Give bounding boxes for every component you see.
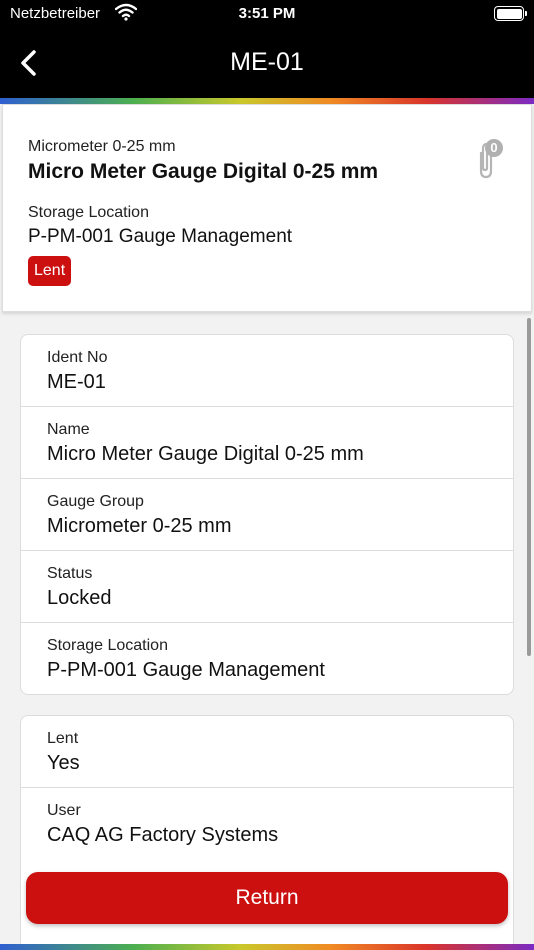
- detail-value: P-PM-001 Gauge Management: [47, 659, 325, 681]
- gauge-details-card: Ident No ME-01 Name Micro Meter Gauge Di…: [20, 334, 514, 695]
- status-badge: Lent: [28, 256, 72, 286]
- attachment-count-badge: 0: [485, 139, 503, 157]
- detail-row-gauge-group: Gauge Group Micrometer 0-25 mm: [21, 479, 513, 551]
- detail-row-storage-location: Storage Location P-PM-001 Gauge Manageme…: [21, 623, 513, 694]
- detail-label: Gauge Group: [47, 493, 144, 510]
- navigation-bar: ME-01: [0, 30, 534, 98]
- detail-row-ident-no: Ident No ME-01: [21, 335, 513, 407]
- gauge-header-card: Micrometer 0-25 mm Micro Meter Gauge Dig…: [2, 104, 532, 312]
- detail-value: ME-01: [47, 371, 106, 393]
- detail-row-user: User CAQ AG Factory Systems: [21, 788, 513, 860]
- header-storage-value: P-PM-001 Gauge Management: [28, 226, 293, 247]
- status-time: 3:51 PM: [238, 5, 296, 22]
- status-bar: Netzbetreiber 3:51 PM: [0, 0, 534, 30]
- detail-value: Yes: [47, 752, 80, 774]
- detail-value: Locked: [47, 587, 112, 609]
- header-gauge-group: Micrometer 0-25 mm: [28, 138, 176, 155]
- battery-icon: [494, 6, 524, 21]
- detail-label: Status: [47, 565, 93, 582]
- return-button[interactable]: Return: [26, 872, 508, 924]
- detail-row-name: Name Micro Meter Gauge Digital 0-25 mm: [21, 407, 513, 479]
- detail-value: Micrometer 0-25 mm: [47, 515, 232, 537]
- battery-tip: [525, 11, 527, 16]
- detail-row-status: Status Locked: [21, 551, 513, 623]
- detail-label: Lent: [47, 730, 79, 747]
- header-gauge-name: Micro Meter Gauge Digital 0-25 mm: [28, 160, 379, 183]
- detail-label: User: [47, 802, 81, 819]
- detail-value: CAQ AG Factory Systems: [47, 824, 279, 846]
- detail-label: Storage Location: [47, 637, 168, 654]
- detail-label: Ident No: [47, 349, 108, 366]
- scrollbar[interactable]: [527, 318, 531, 656]
- page-title: ME-01: [230, 48, 304, 76]
- detail-row-lent: Lent Yes: [21, 716, 513, 788]
- brand-stripe-bottom: [0, 944, 534, 950]
- header-storage-label: Storage Location: [28, 204, 149, 221]
- detail-value: Micro Meter Gauge Digital 0-25 mm: [47, 443, 364, 465]
- detail-label: Name: [47, 421, 90, 438]
